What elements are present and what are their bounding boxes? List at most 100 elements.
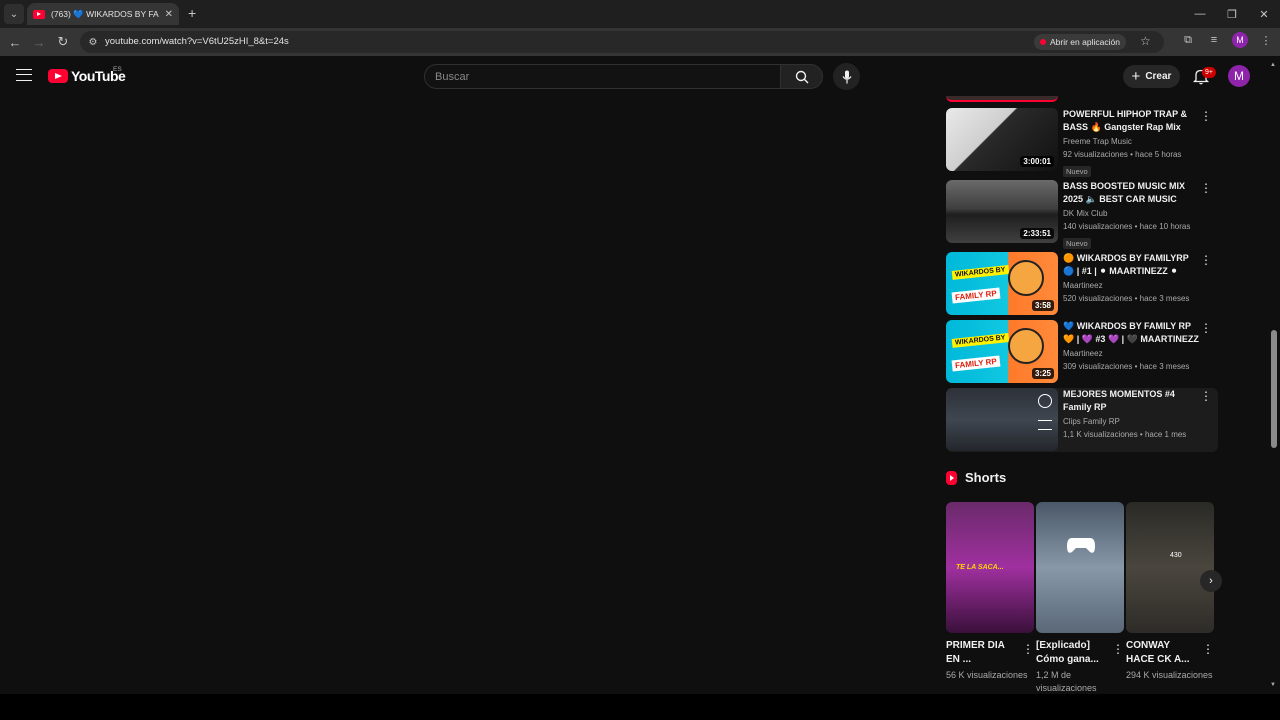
- short-more-actions-icon[interactable]: ⋮: [1202, 642, 1214, 656]
- video-thumbnail[interactable]: 2:33:51: [946, 180, 1058, 243]
- related-video-item[interactable]: WIKARDOS BY FAMILY RP 3:25 💙 WIKARDOS BY FA…: [946, 320, 1218, 384]
- youtube-favicon-icon: [33, 9, 45, 19]
- open-in-app-button[interactable]: Abrir en aplicación: [1034, 34, 1126, 50]
- scroll-down-arrow-icon[interactable]: ▼: [1270, 682, 1276, 688]
- extension-area: ⧉ ≡ M ⋮: [1180, 32, 1274, 48]
- video-duration: 2:33:51: [1020, 228, 1054, 239]
- video-title[interactable]: MEJORES MOMENTOS #4 Family RP: [1063, 388, 1201, 414]
- video-title[interactable]: BASS BOOSTED MUSIC MIX 2025 🔈 BEST CAR M…: [1063, 180, 1201, 206]
- plus-icon: +: [1131, 68, 1141, 85]
- short-card[interactable]: 430 CONWAY HACE CK A... 294 K visualizac…: [1126, 502, 1214, 682]
- gamepad-icon: [1067, 538, 1095, 553]
- thumbnail-text: WIKARDOS BY: [951, 265, 1009, 280]
- notifications-badge: 9+: [1202, 67, 1216, 78]
- video-title[interactable]: 🟠 WIKARDOS BY FAMILYRP 🔵 | #1 | ⚫ MAARTI…: [1063, 252, 1201, 278]
- thumbnail-text: FAMILY RP: [951, 287, 1001, 304]
- short-card[interactable]: TE LA SACA... PRIMER DIA EN ... 56 K vis…: [946, 502, 1034, 682]
- minimize-icon[interactable]: —: [1184, 0, 1216, 28]
- short-more-actions-icon[interactable]: ⋮: [1112, 642, 1124, 656]
- create-button[interactable]: + Crear: [1123, 65, 1180, 88]
- previous-thumbnail-progress[interactable]: [946, 96, 1058, 102]
- reload-icon[interactable]: ↻: [54, 33, 72, 51]
- add-to-queue-icon[interactable]: [1038, 420, 1052, 430]
- short-views: 56 K visualizaciones: [946, 670, 1028, 680]
- browser-tabbar: ⌄ (763) 💙 WIKARDOS BY FAMILY ✕ + — ❐ ✕: [0, 0, 1280, 28]
- video-thumbnail[interactable]: WIKARDOS BY FAMILY RP 3:58: [946, 252, 1058, 315]
- short-views: 294 K visualizaciones: [1126, 670, 1213, 680]
- scroll-up-arrow-icon[interactable]: ▲: [1270, 62, 1276, 68]
- thumbnail-text: FAMILY RP: [951, 355, 1001, 372]
- channel-name[interactable]: DK Mix Club: [1063, 208, 1201, 220]
- channel-name[interactable]: Maartineez: [1063, 280, 1201, 292]
- browser-toolbar: ← → ↻ ⚙ youtube.com/watch?v=V6tU25zHI_8&…: [0, 28, 1280, 56]
- guide-menu-icon[interactable]: [16, 69, 32, 81]
- tab-close-icon[interactable]: ✕: [165, 9, 173, 20]
- related-video-item[interactable]: 3:00:01 POWERFUL HIPHOP TRAP & BASS 🔥 Gan…: [946, 108, 1218, 177]
- tab-search-chevron-icon[interactable]: ⌄: [4, 4, 24, 24]
- short-title[interactable]: [Explicado] Cómo gana...: [1036, 639, 1108, 667]
- browser-tab-active[interactable]: (763) 💙 WIKARDOS BY FAMILY ✕: [27, 3, 179, 25]
- browser-profile-avatar[interactable]: M: [1232, 32, 1248, 48]
- watch-later-clock-icon[interactable]: [1038, 394, 1052, 408]
- forward-arrow-icon[interactable]: →: [30, 33, 48, 51]
- video-metadata: 520 visualizaciones • hace 3 meses: [1063, 294, 1190, 303]
- video-metadata: 309 visualizaciones • hace 3 meses: [1063, 362, 1190, 371]
- bookmark-star-icon[interactable]: ☆: [1140, 34, 1151, 48]
- search-input[interactable]: [425, 65, 780, 88]
- video-thumbnail[interactable]: 3:00:01: [946, 108, 1058, 171]
- channel-name[interactable]: Maartineez: [1063, 348, 1201, 360]
- media-queue-icon[interactable]: ≡: [1206, 34, 1222, 46]
- short-more-actions-icon[interactable]: ⋮: [1022, 642, 1034, 656]
- more-actions-icon[interactable]: ⋮: [1200, 390, 1212, 402]
- new-tab-plus-icon[interactable]: +: [188, 5, 196, 21]
- video-title[interactable]: 💙 WIKARDOS BY FAMILY RP 🧡 | 💜 #3 💜 | 🖤 M…: [1063, 320, 1201, 346]
- extensions-puzzle-icon[interactable]: ⧉: [1180, 34, 1196, 47]
- video-thumbnail[interactable]: [946, 388, 1058, 451]
- short-card[interactable]: [Explicado] Cómo gana... 1,2 M de visual…: [1036, 502, 1124, 695]
- video-metadata: 1,1 K visualizaciones • hace 1 mes: [1063, 430, 1187, 439]
- short-title[interactable]: CONWAY HACE CK A...: [1126, 639, 1198, 667]
- video-metadata: 140 visualizaciones • hace 10 horas: [1063, 222, 1191, 231]
- address-bar[interactable]: ⚙ youtube.com/watch?v=V6tU25zHI_8&t=24s …: [80, 31, 1164, 53]
- video-duration: 3:25: [1031, 368, 1054, 379]
- related-video-item[interactable]: WIKARDOS BY FAMILY RP 3:58 🟠 WIKARDOS BY FA…: [946, 252, 1218, 316]
- microphone-icon: [842, 70, 851, 83]
- url-text: youtube.com/watch?v=V6tU25zHI_8&t=24s: [105, 36, 289, 47]
- family-logo-icon: [1008, 260, 1044, 296]
- window-close-icon[interactable]: ✕: [1248, 0, 1280, 28]
- related-video-item[interactable]: 2:33:51 BASS BOOSTED MUSIC MIX 2025 🔈 BES…: [946, 180, 1218, 249]
- channel-name[interactable]: Freeme Trap Music: [1063, 136, 1201, 148]
- shorts-shelf-heading: Shorts: [946, 470, 1006, 485]
- video-duration: 3:00:01: [1020, 156, 1054, 167]
- browser-menu-kebab-icon[interactable]: ⋮: [1258, 34, 1274, 47]
- video-thumbnail[interactable]: WIKARDOS BY FAMILY RP 3:25: [946, 320, 1058, 383]
- window-controls: — ❐ ✕: [1184, 0, 1280, 28]
- video-title[interactable]: POWERFUL HIPHOP TRAP & BASS 🔥 Gangster R…: [1063, 108, 1201, 134]
- channel-name[interactable]: Clips Family RP: [1063, 416, 1201, 428]
- new-badge: Nuevo: [1063, 166, 1091, 177]
- account-avatar[interactable]: M: [1228, 65, 1250, 87]
- thumbnail-text: WIKARDOS BY: [951, 333, 1009, 348]
- video-details: BASS BOOSTED MUSIC MIX 2025 🔈 BEST CAR M…: [1063, 180, 1201, 251]
- more-actions-icon[interactable]: ⋮: [1200, 322, 1212, 334]
- search-box[interactable]: [424, 64, 781, 89]
- site-info-tune-icon[interactable]: ⚙: [86, 35, 100, 49]
- search-button[interactable]: [780, 64, 823, 89]
- region-code: ES: [113, 66, 122, 73]
- scrollbar-thumb[interactable]: [1271, 330, 1277, 448]
- search-icon: [795, 70, 808, 83]
- more-actions-icon[interactable]: ⋮: [1200, 182, 1212, 194]
- short-thumbnail[interactable]: TE LA SACA...: [946, 502, 1034, 633]
- shorts-title: Shorts: [965, 470, 1007, 485]
- restore-icon[interactable]: ❐: [1216, 0, 1248, 28]
- more-actions-icon[interactable]: ⋮: [1200, 254, 1212, 266]
- voice-search-button[interactable]: [833, 63, 860, 90]
- back-arrow-icon[interactable]: ←: [6, 33, 24, 51]
- shorts-next-chevron-icon[interactable]: ›: [1200, 570, 1222, 592]
- short-thumbnail[interactable]: 430: [1126, 502, 1214, 633]
- short-thumbnail[interactable]: [1036, 502, 1124, 633]
- short-title[interactable]: PRIMER DIA EN ...: [946, 639, 1018, 667]
- more-actions-icon[interactable]: ⋮: [1200, 110, 1212, 122]
- os-taskbar: [0, 694, 1280, 720]
- related-video-item[interactable]: MEJORES MOMENTOS #4 Family RP Clips Famil…: [946, 388, 1218, 452]
